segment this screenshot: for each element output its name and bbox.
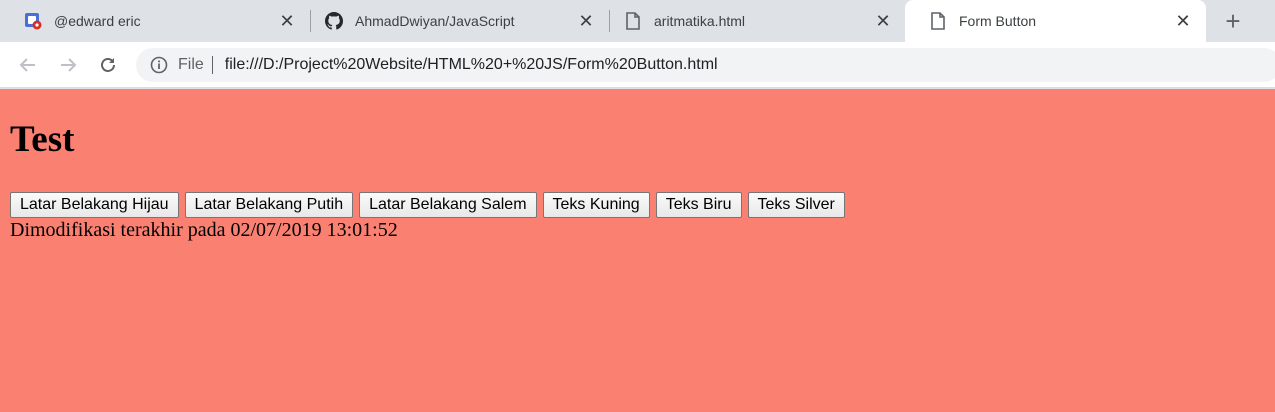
tab-aritmatika[interactable]: aritmatika.html ✕ xyxy=(600,0,906,42)
toolbar: File file:///D:/Project%20Website/HTML%2… xyxy=(0,42,1275,88)
url-text[interactable]: file:///D:/Project%20Website/HTML%20+%20… xyxy=(225,56,718,74)
last-modified-text: Dimodifikasi terakhir pada 02/07/2019 13… xyxy=(10,219,398,241)
page-content: Test Latar Belakang Hijau Latar Belakang… xyxy=(0,89,1275,412)
github-icon xyxy=(325,12,343,30)
tab-edward-eric[interactable]: @edward eric ✕ xyxy=(0,0,310,42)
button-row: Latar Belakang Hijau Latar Belakang Puti… xyxy=(10,192,1265,218)
salmon-background-button[interactable]: Latar Belakang Salem xyxy=(359,192,537,218)
new-tab-button[interactable]: + xyxy=(1218,6,1248,36)
yellow-text-button[interactable]: Teks Kuning xyxy=(542,192,650,218)
close-icon[interactable]: ✕ xyxy=(1174,11,1192,31)
document-icon xyxy=(929,12,947,30)
green-background-button[interactable]: Latar Belakang Hijau xyxy=(10,192,179,218)
close-icon[interactable]: ✕ xyxy=(874,11,892,31)
forward-button[interactable] xyxy=(54,51,82,79)
address-bar[interactable]: File file:///D:/Project%20Website/HTML%2… xyxy=(136,48,1275,82)
close-icon[interactable]: ✕ xyxy=(577,11,595,31)
tab-form-button[interactable]: Form Button ✕ xyxy=(905,0,1206,42)
arrow-right-icon xyxy=(61,58,77,72)
close-icon[interactable]: ✕ xyxy=(278,11,296,31)
tab-title: aritmatika.html xyxy=(654,13,746,29)
tab-strip: @edward eric ✕ AhmadDwiyan/JavaScript ✕ … xyxy=(0,0,1275,42)
reload-button[interactable] xyxy=(94,51,122,79)
tab-github-javascript[interactable]: AhmadDwiyan/JavaScript ✕ xyxy=(301,0,609,42)
arrow-left-icon xyxy=(19,58,35,72)
tab-title: Form Button xyxy=(959,13,1037,29)
back-button[interactable] xyxy=(14,51,42,79)
document-icon xyxy=(624,12,642,30)
divider xyxy=(211,56,213,74)
white-background-button[interactable]: Latar Belakang Putih xyxy=(184,192,354,218)
page-heading: Test xyxy=(10,119,75,160)
tab-title: AhmadDwiyan/JavaScript xyxy=(355,13,515,29)
reload-icon xyxy=(101,58,115,72)
scheme-label: File xyxy=(178,56,204,73)
blue-text-button[interactable]: Teks Biru xyxy=(655,192,742,218)
silver-text-button[interactable]: Teks Silver xyxy=(747,192,845,218)
profile-app-icon xyxy=(24,12,42,30)
tab-title: @edward eric xyxy=(54,13,141,29)
info-icon[interactable] xyxy=(150,56,168,74)
